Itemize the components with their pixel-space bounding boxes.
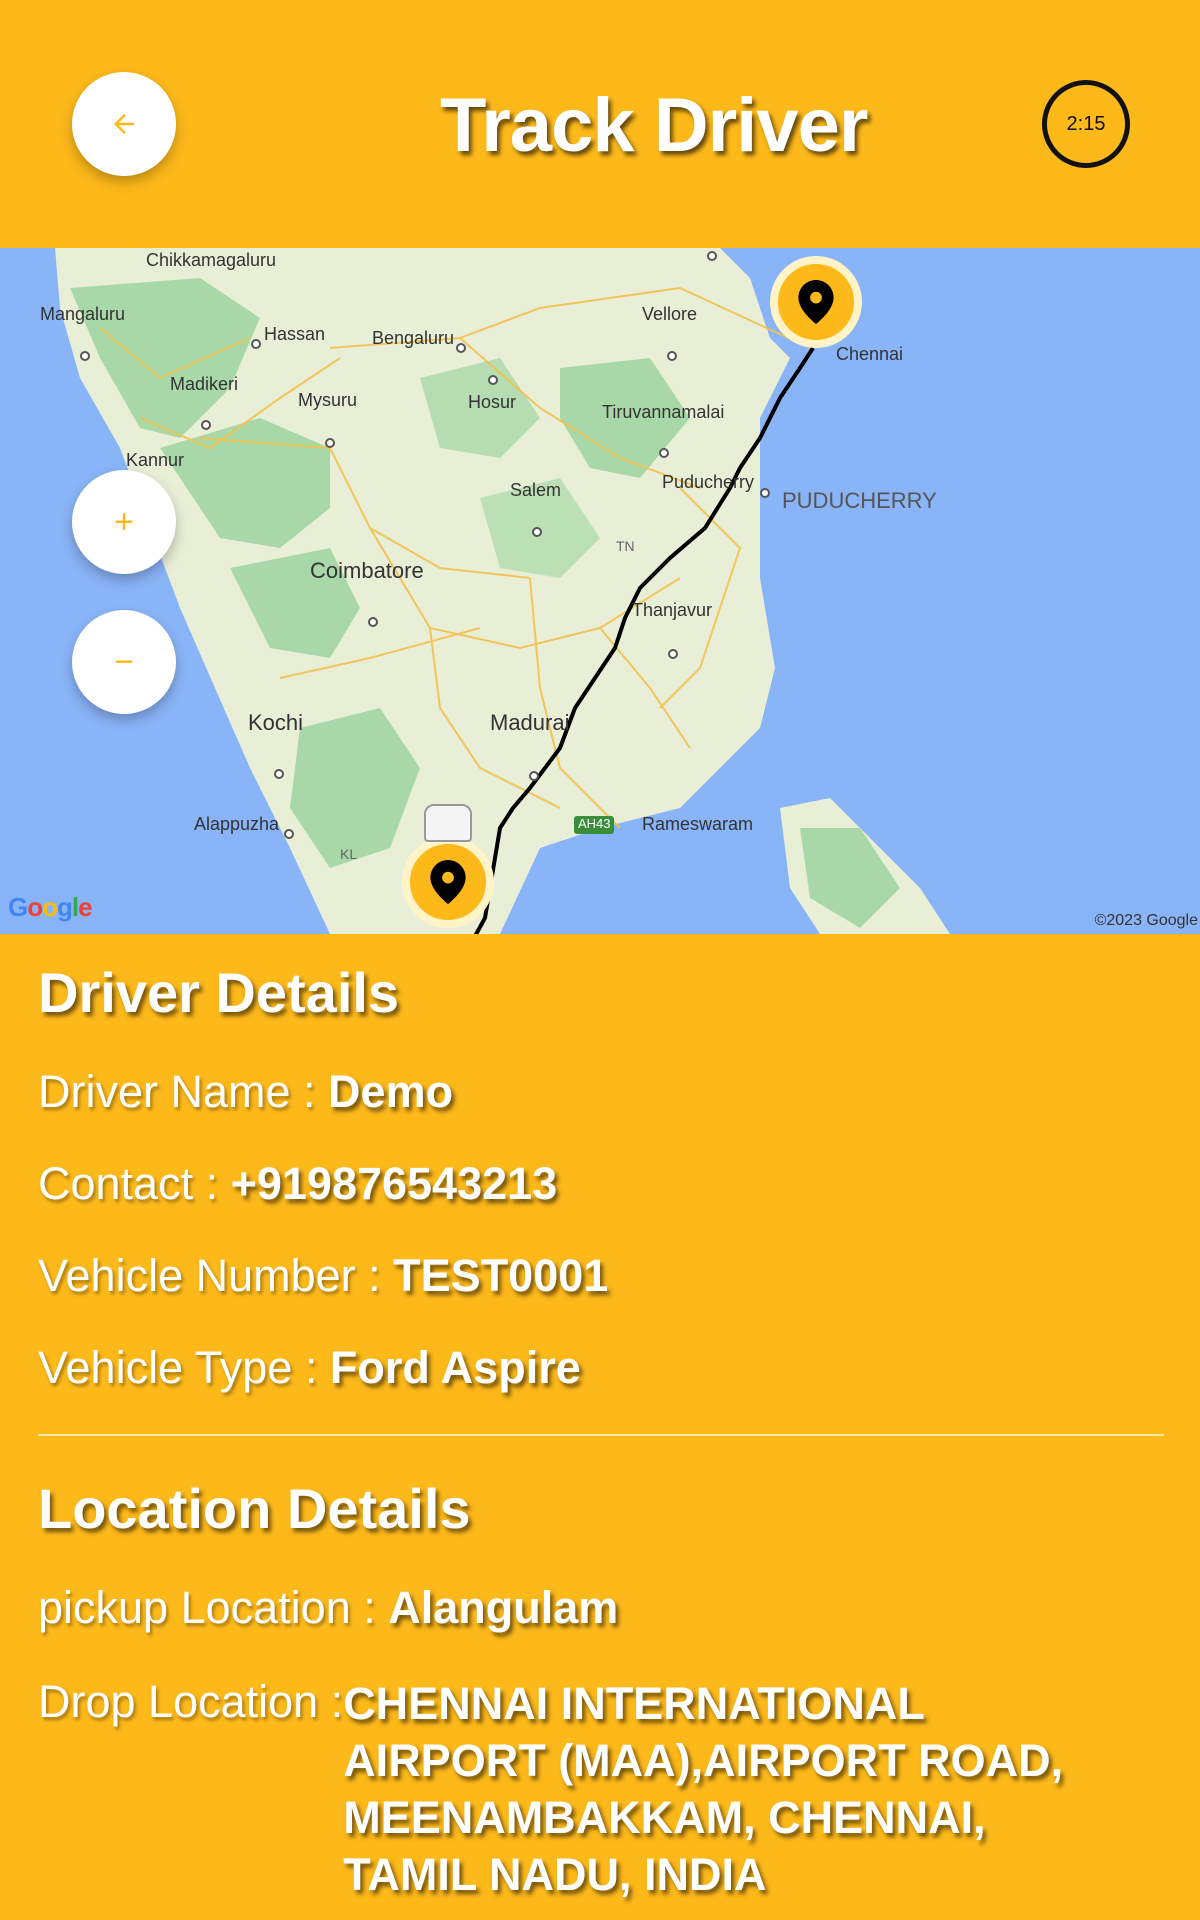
drop-location-value: CHENNAI INTERNATIONAL AIRPORT (MAA),AIRP…	[343, 1678, 1064, 1900]
contact-row: Contact : +919876543213	[38, 1158, 557, 1210]
pickup-marker[interactable]	[402, 836, 494, 928]
map-place-label: Kannur	[126, 450, 185, 470]
map-copyright: ©2023 Google	[1094, 912, 1198, 929]
zoom-in-button[interactable]: +	[72, 470, 176, 574]
map-place-label: Hosur	[468, 392, 517, 412]
contact-value[interactable]: +919876543213	[231, 1158, 558, 1209]
zoom-out-button[interactable]: −	[72, 610, 176, 714]
map-region-label: PUDUCHERRY	[782, 488, 937, 513]
drop-location-label: Drop Location :	[38, 1676, 344, 1727]
map-place-label: Bengaluru	[372, 328, 455, 348]
contact-label: Contact :	[38, 1158, 231, 1209]
drop-marker[interactable]	[770, 256, 862, 348]
google-logo: Google	[8, 892, 93, 922]
map-view[interactable]: Chikkamagaluru Mangaluru Hassan Bengalur…	[0, 248, 1200, 934]
map-place-label: Mysuru	[298, 390, 358, 410]
map-place-label: Salem	[510, 480, 562, 500]
section-divider	[38, 1434, 1164, 1436]
map-place-label: Kochi	[248, 710, 304, 735]
map-state-label: TN	[616, 538, 635, 554]
map-place-label: Thanjavur	[632, 600, 713, 620]
map-state-label: KL	[340, 846, 358, 862]
pickup-location-row: pickup Location : Alangulam	[38, 1582, 618, 1634]
location-details-title: Location Details	[38, 1477, 471, 1540]
map-place-label: Madurai	[490, 710, 570, 735]
vehicle-number-value: TEST0001	[393, 1250, 609, 1301]
map-place-label: Madikeri	[170, 374, 239, 394]
driver-name-row: Driver Name : Demo	[38, 1066, 453, 1118]
app-header: Track Driver 2:15	[0, 0, 1200, 248]
vehicle-number-row: Vehicle Number : TEST0001	[38, 1250, 608, 1302]
map-place-label: Mangaluru	[40, 304, 126, 324]
arrow-left-icon	[114, 114, 134, 134]
vehicle-type-value: Ford Aspire	[329, 1342, 581, 1393]
map-place-label: Hassan	[264, 324, 326, 344]
map-place-label: Chikkamagaluru	[146, 250, 277, 270]
back-button[interactable]	[72, 72, 176, 176]
map-place-label: Rameswaram	[642, 814, 754, 834]
highway-label: AH43	[578, 816, 611, 831]
map-place-label: Vellore	[642, 304, 698, 324]
vehicle-type-label: Vehicle Type :	[38, 1342, 330, 1393]
countdown-timer: 2:15	[1042, 80, 1130, 168]
vehicle-type-row: Vehicle Type : Ford Aspire	[38, 1342, 581, 1394]
location-pin-icon	[798, 280, 834, 324]
pickup-location-value: Alangulam	[388, 1582, 619, 1633]
map-place-label: Coimbatore	[310, 558, 424, 583]
map-place-label: Alappuzha	[194, 814, 280, 834]
map-place-label: Chennai	[836, 344, 904, 364]
car-icon	[424, 804, 472, 842]
minus-icon: −	[114, 642, 134, 681]
driver-name-label: Driver Name :	[38, 1066, 329, 1117]
page-title: Track Driver	[440, 83, 868, 168]
vehicle-number-label: Vehicle Number :	[38, 1250, 394, 1301]
plus-icon: +	[114, 502, 134, 541]
driver-name-value: Demo	[328, 1066, 454, 1117]
location-pin-icon	[430, 860, 466, 904]
pickup-location-label: pickup Location :	[38, 1582, 389, 1633]
map-place-label: Puducherry	[662, 472, 755, 492]
map-place-label: Tiruvannamalai	[602, 402, 725, 422]
driver-details-title: Driver Details	[38, 961, 400, 1024]
map-canvas	[55, 248, 950, 934]
drop-location-row: Drop Location : CHENNAI INTERNATIONAL AI…	[38, 1676, 1103, 1903]
